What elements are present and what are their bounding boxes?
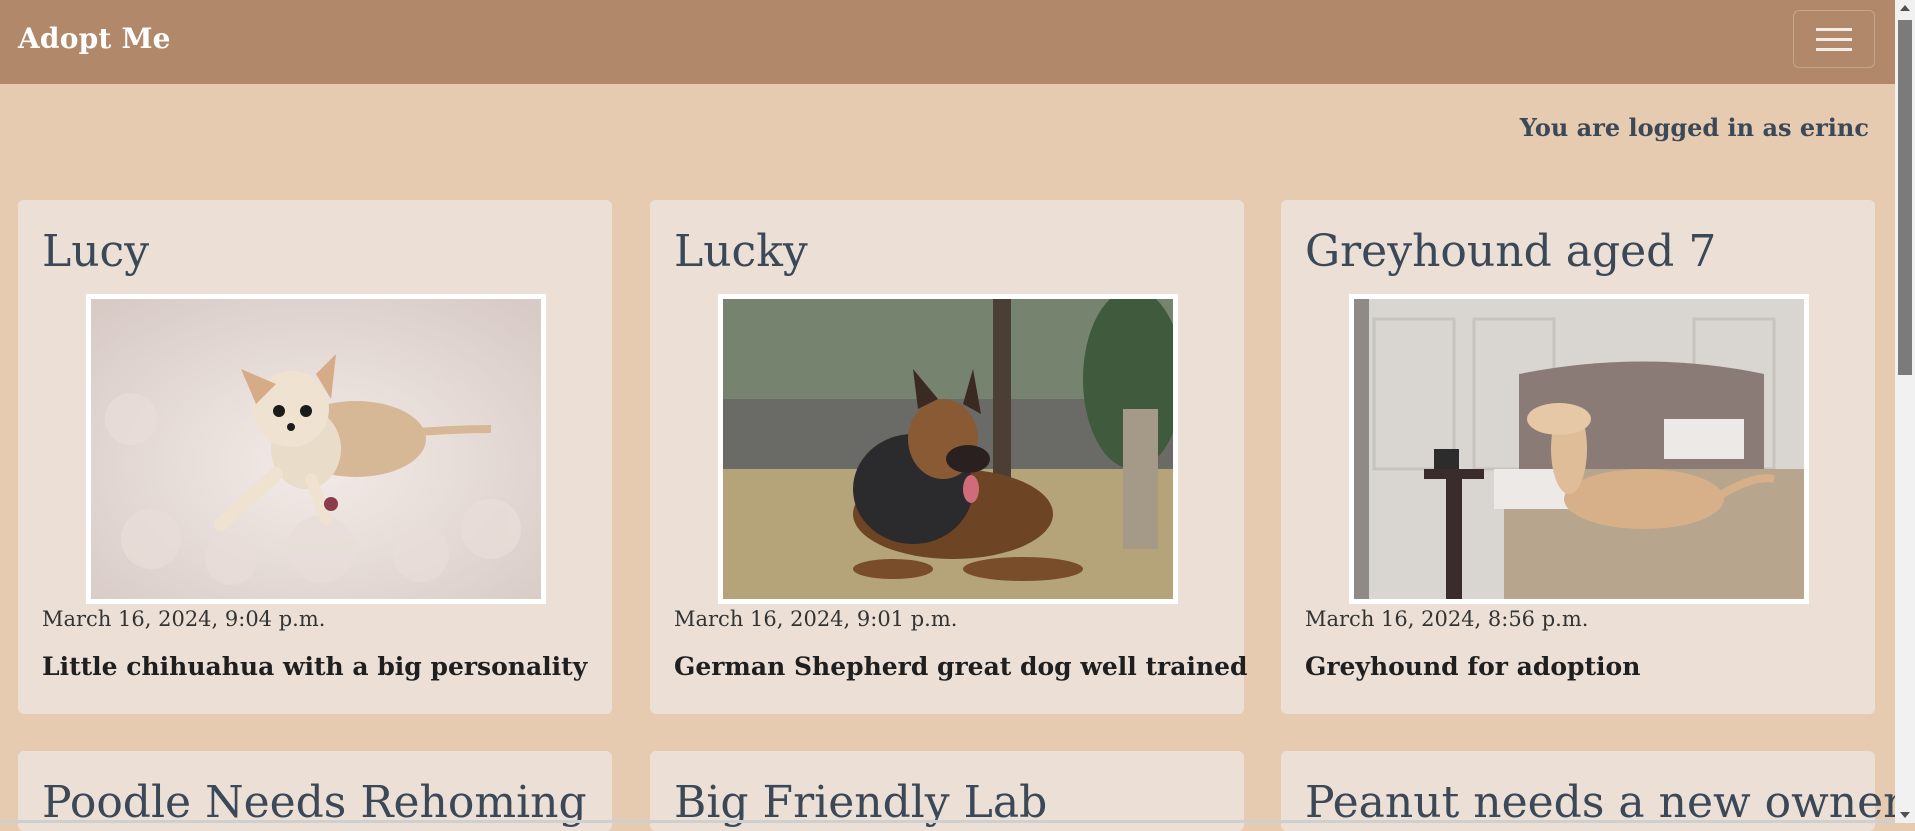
post-card[interactable]: Peanut needs a new owner (1281, 751, 1904, 831)
hamburger-icon (1816, 28, 1852, 31)
post-description: Little chihuahua with a big personality (42, 652, 588, 681)
post-description: German Shepherd great dog well trained (674, 652, 1248, 681)
post-card[interactable]: Lucky March 16, 2024, 9:01 p.m. German S… (650, 200, 1248, 714)
post-card[interactable]: Poodle Needs Rehoming (18, 751, 612, 831)
post-description: Greyhound for adoption (1305, 652, 1641, 681)
post-date: March 16, 2024, 9:01 p.m. (674, 607, 958, 631)
post-date: March 16, 2024, 9:04 p.m. (42, 607, 326, 631)
vertical-scrollbar[interactable] (1895, 0, 1915, 823)
post-image[interactable] (1349, 294, 1809, 604)
post-card[interactable]: Lucy March 16, 2024, 9:04 p.m. Little ch… (18, 200, 612, 714)
post-card[interactable]: Greyhound aged 7 March 16, 2024, 8:56 p.… (1281, 200, 1875, 714)
scrollbar-thumb[interactable] (1898, 20, 1912, 375)
post-title[interactable]: Lucky (674, 226, 808, 277)
menu-toggle-button[interactable] (1793, 10, 1875, 68)
post-image[interactable] (86, 294, 546, 604)
post-title[interactable]: Greyhound aged 7 (1305, 226, 1716, 277)
post-date: March 16, 2024, 8:56 p.m. (1305, 607, 1589, 631)
brand-link[interactable]: Adopt Me (18, 22, 171, 55)
greyhound-photo (1354, 299, 1804, 599)
scroll-down-icon[interactable] (1900, 812, 1910, 818)
german-shepherd-photo (723, 299, 1173, 599)
hamburger-icon-bar (1816, 48, 1852, 51)
post-image[interactable] (718, 294, 1178, 604)
login-status: You are logged in as erinc (1519, 113, 1869, 142)
post-title[interactable]: Lucy (42, 226, 149, 277)
scroll-up-icon[interactable] (1900, 5, 1910, 11)
hamburger-icon-bar (1816, 38, 1852, 41)
post-card[interactable]: Big Friendly Lab (650, 751, 1244, 831)
navbar: Adopt Me (0, 0, 1895, 84)
chihuahua-photo (91, 299, 541, 599)
